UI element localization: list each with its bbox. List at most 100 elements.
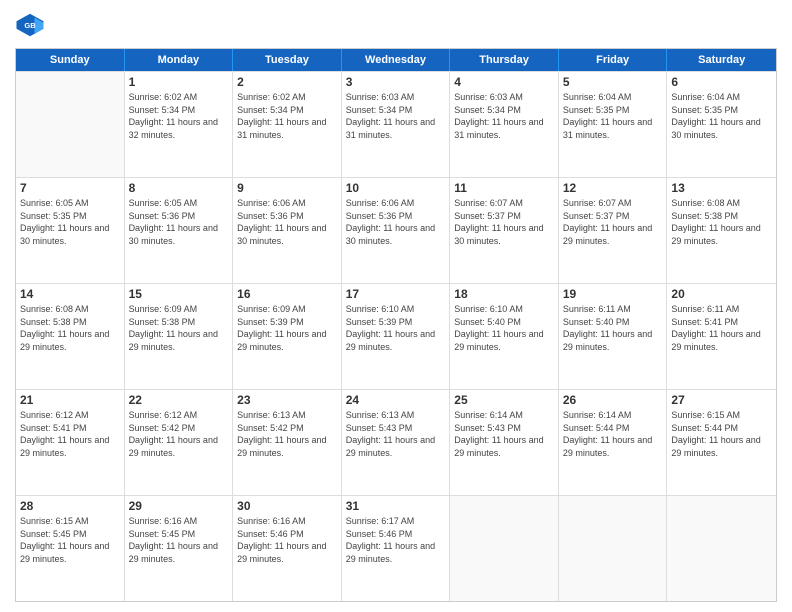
daylight-text: Daylight: 11 hours and 29 minutes.: [129, 329, 218, 352]
day-cell-27: 27 Sunrise: 6:15 AM Sunset: 5:44 PM Dayl…: [667, 390, 776, 495]
day-number: 5: [563, 75, 663, 89]
day-number: 21: [20, 393, 120, 407]
day-info: Sunrise: 6:10 AM Sunset: 5:40 PM Dayligh…: [454, 303, 554, 353]
sunrise-text: Sunrise: 6:13 AM: [346, 410, 415, 420]
day-cell-11: 11 Sunrise: 6:07 AM Sunset: 5:37 PM Dayl…: [450, 178, 559, 283]
day-info: Sunrise: 6:03 AM Sunset: 5:34 PM Dayligh…: [346, 91, 446, 141]
day-number: 4: [454, 75, 554, 89]
sunset-text: Sunset: 5:38 PM: [20, 317, 87, 327]
day-number: 1: [129, 75, 229, 89]
sunrise-text: Sunrise: 6:15 AM: [20, 516, 89, 526]
day-info: Sunrise: 6:09 AM Sunset: 5:38 PM Dayligh…: [129, 303, 229, 353]
day-cell-24: 24 Sunrise: 6:13 AM Sunset: 5:43 PM Dayl…: [342, 390, 451, 495]
day-number: 6: [671, 75, 772, 89]
sunrise-text: Sunrise: 6:17 AM: [346, 516, 415, 526]
day-number: 7: [20, 181, 120, 195]
sunrise-text: Sunrise: 6:02 AM: [237, 92, 306, 102]
day-info: Sunrise: 6:08 AM Sunset: 5:38 PM Dayligh…: [671, 197, 772, 247]
sunset-text: Sunset: 5:35 PM: [563, 105, 630, 115]
sunset-text: Sunset: 5:43 PM: [346, 423, 413, 433]
sunset-text: Sunset: 5:37 PM: [454, 211, 521, 221]
daylight-text: Daylight: 11 hours and 29 minutes.: [671, 435, 760, 458]
daylight-text: Daylight: 11 hours and 29 minutes.: [237, 541, 326, 564]
daylight-text: Daylight: 11 hours and 29 minutes.: [563, 329, 652, 352]
day-info: Sunrise: 6:14 AM Sunset: 5:43 PM Dayligh…: [454, 409, 554, 459]
sunrise-text: Sunrise: 6:11 AM: [671, 304, 739, 314]
day-header-tuesday: Tuesday: [233, 49, 342, 71]
sunrise-text: Sunrise: 6:03 AM: [346, 92, 415, 102]
sunset-text: Sunset: 5:34 PM: [129, 105, 196, 115]
day-number: 23: [237, 393, 337, 407]
sunrise-text: Sunrise: 6:05 AM: [129, 198, 198, 208]
day-number: 9: [237, 181, 337, 195]
daylight-text: Daylight: 11 hours and 30 minutes.: [129, 223, 218, 246]
calendar-row-4: 21 Sunrise: 6:12 AM Sunset: 5:41 PM Dayl…: [16, 389, 776, 495]
day-number: 31: [346, 499, 446, 513]
sunrise-text: Sunrise: 6:16 AM: [129, 516, 198, 526]
day-cell-20: 20 Sunrise: 6:11 AM Sunset: 5:41 PM Dayl…: [667, 284, 776, 389]
day-info: Sunrise: 6:02 AM Sunset: 5:34 PM Dayligh…: [237, 91, 337, 141]
calendar-row-1: 1 Sunrise: 6:02 AM Sunset: 5:34 PM Dayli…: [16, 71, 776, 177]
sunset-text: Sunset: 5:34 PM: [237, 105, 304, 115]
day-info: Sunrise: 6:14 AM Sunset: 5:44 PM Dayligh…: [563, 409, 663, 459]
day-cell-6: 6 Sunrise: 6:04 AM Sunset: 5:35 PM Dayli…: [667, 72, 776, 177]
day-cell-1: 1 Sunrise: 6:02 AM Sunset: 5:34 PM Dayli…: [125, 72, 234, 177]
day-cell-22: 22 Sunrise: 6:12 AM Sunset: 5:42 PM Dayl…: [125, 390, 234, 495]
day-number: 27: [671, 393, 772, 407]
day-cell-2: 2 Sunrise: 6:02 AM Sunset: 5:34 PM Dayli…: [233, 72, 342, 177]
day-number: 2: [237, 75, 337, 89]
empty-cell: [559, 496, 668, 601]
sunrise-text: Sunrise: 6:06 AM: [237, 198, 306, 208]
day-number: 24: [346, 393, 446, 407]
empty-cell: [667, 496, 776, 601]
day-info: Sunrise: 6:11 AM Sunset: 5:40 PM Dayligh…: [563, 303, 663, 353]
daylight-text: Daylight: 11 hours and 31 minutes.: [454, 117, 543, 140]
day-info: Sunrise: 6:12 AM Sunset: 5:41 PM Dayligh…: [20, 409, 120, 459]
day-cell-30: 30 Sunrise: 6:16 AM Sunset: 5:46 PM Dayl…: [233, 496, 342, 601]
day-info: Sunrise: 6:06 AM Sunset: 5:36 PM Dayligh…: [237, 197, 337, 247]
sunset-text: Sunset: 5:43 PM: [454, 423, 521, 433]
daylight-text: Daylight: 11 hours and 29 minutes.: [671, 223, 760, 246]
sunset-text: Sunset: 5:36 PM: [346, 211, 413, 221]
sunset-text: Sunset: 5:44 PM: [671, 423, 738, 433]
day-cell-19: 19 Sunrise: 6:11 AM Sunset: 5:40 PM Dayl…: [559, 284, 668, 389]
day-cell-16: 16 Sunrise: 6:09 AM Sunset: 5:39 PM Dayl…: [233, 284, 342, 389]
sunrise-text: Sunrise: 6:07 AM: [454, 198, 523, 208]
day-number: 10: [346, 181, 446, 195]
daylight-text: Daylight: 11 hours and 31 minutes.: [237, 117, 326, 140]
sunset-text: Sunset: 5:45 PM: [129, 529, 196, 539]
sunset-text: Sunset: 5:35 PM: [671, 105, 738, 115]
day-cell-10: 10 Sunrise: 6:06 AM Sunset: 5:36 PM Dayl…: [342, 178, 451, 283]
daylight-text: Daylight: 11 hours and 31 minutes.: [563, 117, 652, 140]
daylight-text: Daylight: 11 hours and 29 minutes.: [20, 541, 109, 564]
day-info: Sunrise: 6:11 AM Sunset: 5:41 PM Dayligh…: [671, 303, 772, 353]
day-header-monday: Monday: [125, 49, 234, 71]
sunrise-text: Sunrise: 6:10 AM: [346, 304, 415, 314]
daylight-text: Daylight: 11 hours and 29 minutes.: [346, 541, 435, 564]
day-cell-7: 7 Sunrise: 6:05 AM Sunset: 5:35 PM Dayli…: [16, 178, 125, 283]
day-header-sunday: Sunday: [16, 49, 125, 71]
day-number: 18: [454, 287, 554, 301]
day-info: Sunrise: 6:05 AM Sunset: 5:35 PM Dayligh…: [20, 197, 120, 247]
day-cell-9: 9 Sunrise: 6:06 AM Sunset: 5:36 PM Dayli…: [233, 178, 342, 283]
page: GB SundayMondayTuesdayWednesdayThursdayF…: [0, 0, 792, 612]
day-cell-21: 21 Sunrise: 6:12 AM Sunset: 5:41 PM Dayl…: [16, 390, 125, 495]
sunrise-text: Sunrise: 6:02 AM: [129, 92, 198, 102]
sunset-text: Sunset: 5:42 PM: [237, 423, 304, 433]
day-cell-29: 29 Sunrise: 6:16 AM Sunset: 5:45 PM Dayl…: [125, 496, 234, 601]
daylight-text: Daylight: 11 hours and 30 minutes.: [671, 117, 760, 140]
sunrise-text: Sunrise: 6:12 AM: [20, 410, 89, 420]
day-number: 20: [671, 287, 772, 301]
sunset-text: Sunset: 5:44 PM: [563, 423, 630, 433]
sunrise-text: Sunrise: 6:14 AM: [563, 410, 632, 420]
sunrise-text: Sunrise: 6:09 AM: [237, 304, 306, 314]
daylight-text: Daylight: 11 hours and 29 minutes.: [129, 541, 218, 564]
day-header-thursday: Thursday: [450, 49, 559, 71]
daylight-text: Daylight: 11 hours and 29 minutes.: [129, 435, 218, 458]
day-cell-17: 17 Sunrise: 6:10 AM Sunset: 5:39 PM Dayl…: [342, 284, 451, 389]
day-info: Sunrise: 6:07 AM Sunset: 5:37 PM Dayligh…: [563, 197, 663, 247]
day-cell-14: 14 Sunrise: 6:08 AM Sunset: 5:38 PM Dayl…: [16, 284, 125, 389]
sunrise-text: Sunrise: 6:11 AM: [563, 304, 631, 314]
day-number: 8: [129, 181, 229, 195]
sunrise-text: Sunrise: 6:08 AM: [20, 304, 89, 314]
